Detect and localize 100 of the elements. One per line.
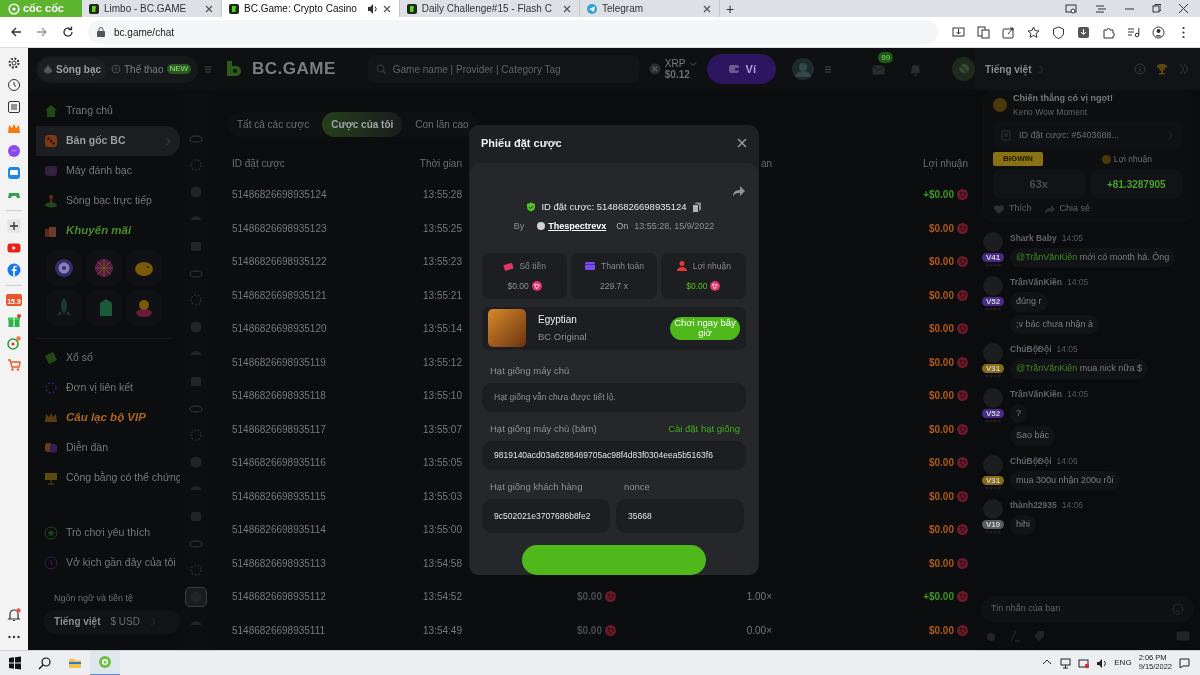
address-bar[interactable]: bc.game/chat xyxy=(88,20,938,44)
cart-icon[interactable] xyxy=(7,358,21,372)
play-now-button[interactable]: Chơi ngay bây giờ xyxy=(670,316,740,340)
promo-button[interactable] xyxy=(46,250,82,286)
chat-toggle-button[interactable] xyxy=(952,57,975,81)
translate-icon[interactable] xyxy=(977,25,990,39)
wallet-button[interactable]: Ví xyxy=(707,54,777,84)
profile-icon[interactable] xyxy=(1152,25,1165,39)
seed-settings-link[interactable]: Cài đặt hạt giống xyxy=(668,421,740,436)
category-tab[interactable]: Thể thao NEW xyxy=(106,57,197,81)
promo-button[interactable] xyxy=(126,290,162,326)
search-field[interactable]: Game name | Provider | Category Tag xyxy=(392,61,631,77)
filter-tab[interactable]: Cược của tôi xyxy=(322,112,403,137)
notification-icon[interactable] xyxy=(1179,657,1190,669)
filter-tab[interactable]: Tất cả các cược xyxy=(228,112,319,137)
nonce-field[interactable]: 35668 xyxy=(616,499,744,533)
nav-item[interactable]: Trang chủ xyxy=(36,96,180,126)
seed-field[interactable]: Hạt giống vẫn chưa được tiết lộ. xyxy=(482,382,746,412)
list-icon[interactable] xyxy=(7,100,21,114)
plus-icon[interactable] xyxy=(7,219,21,233)
nav-item[interactable]: Câu lạc bộ VIP xyxy=(36,403,180,433)
table-cell-text: 13:55:23 xyxy=(422,255,463,270)
message-bubble: mua 300u nhận 200u rồi xyxy=(1010,470,1120,491)
nav-item[interactable]: Máy đánh bạc xyxy=(36,156,180,186)
settings-icon[interactable] xyxy=(7,56,21,70)
music-list-icon[interactable] xyxy=(1127,25,1140,39)
site-wordmark[interactable]: BC.GAME xyxy=(252,56,336,82)
nav-item[interactable]: Vở kịch gần đây của tôi xyxy=(36,548,180,578)
share-arrow-icon[interactable] xyxy=(732,185,746,198)
user-avatar xyxy=(983,387,1003,408)
mention-link[interactable]: @TrầnVănKiên xyxy=(1016,251,1078,262)
close-icon[interactable] xyxy=(381,3,392,14)
close-button[interactable] xyxy=(737,138,747,148)
speaker-icon[interactable] xyxy=(1096,657,1108,669)
tab-search-icon[interactable] xyxy=(1065,3,1077,14)
nav-item[interactable]: Trò chơi yêu thích xyxy=(36,518,180,548)
game-thumbnail[interactable] xyxy=(488,309,526,348)
filter-tab[interactable]: Con lăn cao xyxy=(406,112,478,137)
money-icon xyxy=(503,260,515,272)
nav-item[interactable]: Bản gốc BC xyxy=(36,126,180,156)
close-icon[interactable] xyxy=(1179,4,1188,13)
menu-icon[interactable] xyxy=(824,64,833,74)
share-icon[interactable] xyxy=(1002,25,1015,39)
category-tab[interactable]: Sòng bạc xyxy=(38,57,106,81)
shield-icon[interactable] xyxy=(1052,25,1065,39)
close-icon[interactable] xyxy=(204,3,214,14)
chat-pin-icon[interactable] xyxy=(7,336,21,350)
nav-item[interactable]: Sòng bạc trực tiếp xyxy=(36,186,180,216)
crown-icon[interactable] xyxy=(7,122,21,136)
table-cell-text: 51486826698935111 xyxy=(231,623,327,638)
download-icon[interactable] xyxy=(1077,25,1090,39)
dialog-title: Phiếu đặt cược xyxy=(481,135,562,152)
puzzle-icon[interactable] xyxy=(1102,25,1115,39)
currency-selector[interactable]: XRP $0.12 xyxy=(648,58,698,80)
back-icon[interactable] xyxy=(10,26,22,38)
history-icon[interactable] xyxy=(7,78,21,92)
language-indicator[interactable]: ENG xyxy=(1114,657,1132,669)
language-currency-selector[interactable]: Tiếng việt $ USD xyxy=(44,609,180,634)
nav-item[interactable]: Diễn đàn xyxy=(36,433,180,463)
hash-field[interactable]: 9819140acd03a6288469705ac98f4d83f0304eea5b5163f6 xyxy=(482,440,746,470)
mention-link[interactable]: @TrầnVănKiên xyxy=(1016,363,1078,374)
promo-button[interactable] xyxy=(86,290,122,326)
nav-item[interactable]: Xổ số xyxy=(36,343,180,373)
user-avatar[interactable] xyxy=(792,58,815,80)
verify-button[interactable] xyxy=(522,545,706,575)
install-icon[interactable] xyxy=(952,25,965,39)
new-tab-button[interactable]: + xyxy=(719,0,741,17)
close-icon[interactable] xyxy=(701,3,712,14)
share-button[interactable]: Chia sẻ xyxy=(1043,202,1091,216)
nav-item[interactable]: Khuyến mãi xyxy=(36,216,180,246)
gift-icon[interactable] xyxy=(7,314,21,328)
browser-tab[interactable]: BC.Game: Crypto Casino xyxy=(222,0,400,17)
f-logo-icon[interactable] xyxy=(7,263,21,277)
reload-icon[interactable] xyxy=(62,26,74,38)
chat-app-icon[interactable] xyxy=(7,166,21,180)
language-selector[interactable]: Tiếng việt xyxy=(985,61,1045,77)
message-input[interactable]: Tin nhắn của bạn xyxy=(991,602,1172,616)
tron-coin-icon xyxy=(605,591,616,603)
menu-icon[interactable] xyxy=(204,64,213,74)
chat-bubble-icon[interactable] xyxy=(7,144,21,158)
like-button[interactable]: Thích xyxy=(993,202,1032,216)
user-link[interactable]: Thespectrevx xyxy=(536,219,607,234)
bell-icon[interactable] xyxy=(7,608,21,622)
game-category-button[interactable] xyxy=(185,587,207,607)
device-alert-icon[interactable] xyxy=(1078,657,1090,669)
nav-item[interactable]: Đơn vị liên kết xyxy=(36,373,180,403)
maximize-icon[interactable] xyxy=(1152,4,1161,13)
browser-logo-button[interactable]: cốc cốc xyxy=(0,0,82,17)
b-logo-icon[interactable] xyxy=(224,59,242,79)
star-icon[interactable] xyxy=(1027,25,1040,39)
play-icon[interactable] xyxy=(7,241,21,255)
promo-button[interactable] xyxy=(126,250,162,286)
search-box[interactable]: Game name | Provider | Category Tag xyxy=(367,55,639,83)
close-icon[interactable] xyxy=(561,3,572,14)
copy-icon[interactable] xyxy=(691,201,702,213)
trophy-icon[interactable] xyxy=(1156,63,1168,75)
forward-icon[interactable] xyxy=(36,26,48,38)
client-seed-field[interactable]: 9c502021e3707686b8fe2 xyxy=(482,499,610,533)
message-box[interactable]: Tin nhắn của bạn xyxy=(981,596,1194,622)
network-icon[interactable] xyxy=(1060,657,1072,669)
